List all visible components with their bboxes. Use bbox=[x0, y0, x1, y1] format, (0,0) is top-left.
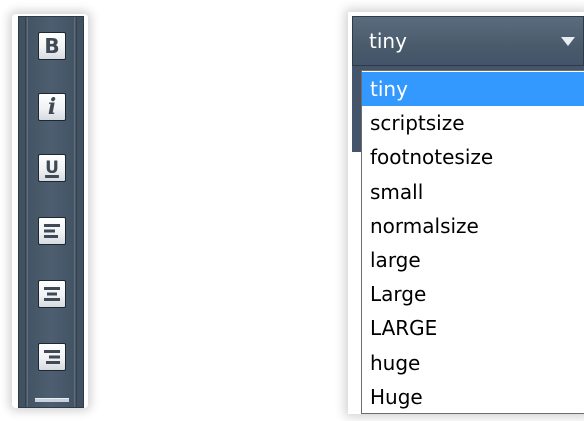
font-size-option[interactable]: small bbox=[362, 175, 584, 209]
font-size-option[interactable]: large bbox=[362, 243, 584, 277]
formatting-toolbar: B i U bbox=[18, 16, 84, 408]
align-left-button[interactable] bbox=[38, 217, 66, 245]
align-right-button[interactable] bbox=[38, 343, 66, 371]
underline-icon: U bbox=[45, 157, 59, 178]
align-right-icon bbox=[44, 350, 60, 364]
font-size-option[interactable]: tiny bbox=[362, 72, 584, 107]
toolbar-divider bbox=[35, 398, 69, 402]
font-size-option[interactable]: scriptsize bbox=[362, 106, 584, 140]
bold-icon: B bbox=[44, 34, 60, 58]
italic-button[interactable]: i bbox=[38, 93, 66, 121]
align-center-icon bbox=[44, 287, 60, 301]
font-size-selected-value: tiny bbox=[369, 29, 407, 53]
font-size-options-list: tiny scriptsize footnotesize small norma… bbox=[361, 70, 584, 414]
toolbar-edge-left bbox=[25, 17, 28, 407]
chevron-down-icon[interactable] bbox=[561, 37, 575, 46]
font-size-option[interactable]: footnotesize bbox=[362, 140, 584, 174]
font-size-option[interactable]: huge bbox=[362, 346, 584, 380]
align-left-icon bbox=[44, 224, 60, 238]
font-size-option[interactable]: normalsize bbox=[362, 209, 584, 243]
font-size-option[interactable]: Large bbox=[362, 277, 584, 311]
bold-button[interactable]: B bbox=[38, 32, 66, 60]
italic-icon: i bbox=[47, 94, 57, 120]
font-size-option[interactable]: Huge bbox=[362, 380, 584, 414]
font-size-option[interactable]: LARGE bbox=[362, 311, 584, 345]
toolbar-edge-right bbox=[74, 17, 77, 407]
align-center-button[interactable] bbox=[38, 280, 66, 308]
underline-button[interactable]: U bbox=[38, 154, 66, 182]
font-size-select[interactable]: tiny bbox=[352, 16, 584, 66]
screenshot-stage: B i U tiny tiny scriptsize footnotesize … bbox=[0, 0, 584, 421]
